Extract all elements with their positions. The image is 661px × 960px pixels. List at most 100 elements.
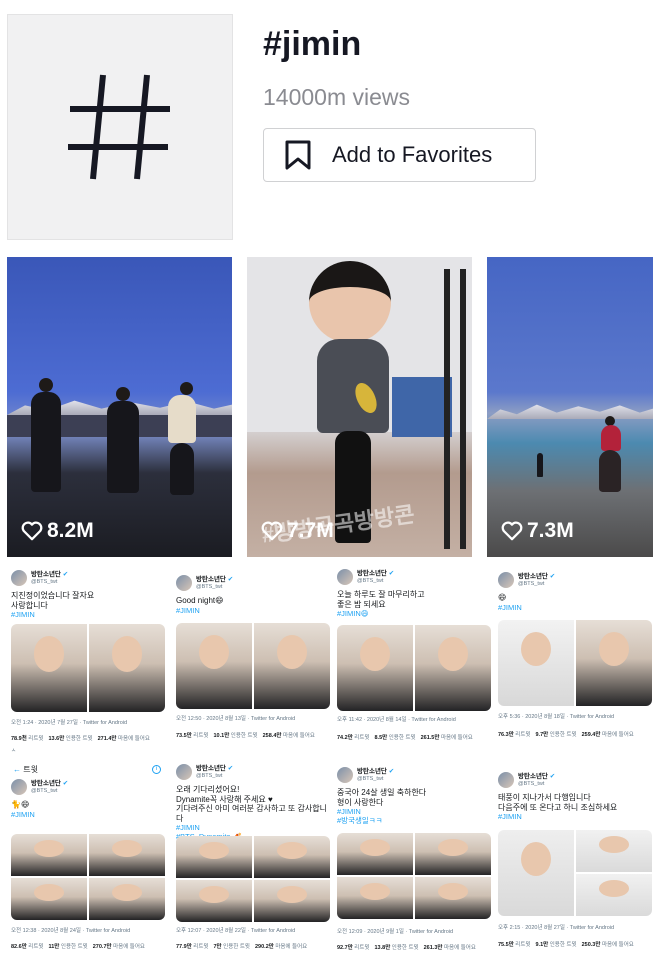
tweet-hashtag[interactable]: #JIMIN: [498, 603, 654, 612]
video-likes-count: 8.2M: [47, 519, 94, 542]
tweet-author: 방탄소년단: [357, 569, 387, 577]
tweet-hashtag[interactable]: #JIMIN: [11, 810, 167, 819]
tweet-photo[interactable]: [337, 833, 413, 875]
tweet-photo[interactable]: [415, 833, 491, 875]
verified-icon: ✔: [388, 569, 395, 577]
video-likes-count: 7.7M: [287, 519, 334, 542]
video-card[interactable]: #방방곡곡방방콘 7.7M: [247, 257, 472, 557]
tweet-photo[interactable]: [498, 830, 574, 916]
tweet-photo[interactable]: [176, 880, 252, 922]
tweet-photo[interactable]: [11, 834, 87, 876]
verified-icon: ✔: [388, 767, 395, 775]
tweet-stats: 92.7만 리트윗 13.8만 인용한 트윗 261.3만 마음에 들어요: [337, 945, 476, 951]
verified-icon: ✔: [62, 779, 69, 787]
tweet-photo[interactable]: [254, 836, 330, 878]
tweet-photo[interactable]: [89, 878, 165, 920]
tweet-timestamp: 오전 1:24 · 2020년 7월 27일 · Twitter for And…: [11, 720, 128, 726]
tweet-photo[interactable]: [576, 620, 652, 706]
verified-icon: ✔: [549, 572, 556, 580]
tweet-author: 방탄소년단: [518, 772, 548, 780]
tweet-timestamp: 오후 11:42 · 2020년 8월 14일 · Twitter for An…: [337, 717, 456, 723]
tweet-photo[interactable]: [576, 830, 652, 872]
hashtag-cover: [7, 14, 233, 240]
video-likes-count: 7.3M: [527, 519, 574, 542]
avatar: [11, 570, 27, 586]
verified-icon: ✔: [227, 575, 234, 583]
tweet-photo[interactable]: [498, 620, 574, 706]
heart-icon: [21, 521, 43, 541]
tweet-photos[interactable]: [337, 625, 491, 711]
verified-icon: ✔: [227, 764, 234, 772]
tweet-photo[interactable]: [254, 880, 330, 922]
heart-icon: [501, 521, 523, 541]
tweet-photo[interactable]: [11, 878, 87, 920]
tweet-card[interactable]: 방탄소년단 ✔ @BTS_twt 태풍이 지나가서 다행입니다 다음주에 또 온다…: [494, 768, 654, 956]
tweet-timestamp: 오후 5:36 · 2020년 8월 18일 · Twitter for And…: [498, 714, 615, 720]
page-title: #jimin: [263, 25, 362, 63]
tweet-text: 오래 기다리셨어요! Dynamite꼭 사랑해 주세요 ♥ 기다려주신 아미 …: [176, 785, 327, 823]
tweet-card[interactable]: 방탄소년단 ✔ @BTS_twt 중국아 24살 생일 축하한다 형이 사랑한다 …: [333, 763, 493, 956]
video-card[interactable]: 8.2M: [7, 257, 232, 557]
avatar: [176, 764, 192, 780]
tweet-photos[interactable]: [337, 833, 491, 919]
tweet-stats: 78.9천 리트윗 13.6만 인용한 트윗 271.4만 마음에 들어요: [11, 736, 150, 742]
heart-icon: [261, 521, 283, 541]
tweet-card[interactable]: 방탄소년단 ✔ @BTS_twt 오래 기다리셨어요! Dynamite꼭 사랑해…: [172, 760, 332, 956]
tweet-hashtag[interactable]: #JIMIN😄: [337, 609, 493, 618]
tweet-photo[interactable]: [176, 836, 252, 878]
tweet-handle: @BTS_twt: [357, 577, 384, 584]
tweet-photo[interactable]: [337, 625, 413, 711]
avatar: [337, 767, 353, 783]
tweet-photo[interactable]: [576, 874, 652, 916]
tweet-hashtag[interactable]: #JIMIN: [11, 610, 167, 619]
video-likes: 8.2M: [21, 519, 94, 543]
tweet-text: 태풍이 지나가서 다행입니다 다음주에 또 온다고 하니 조심하세요: [498, 793, 618, 812]
tweet-photos[interactable]: [498, 620, 652, 706]
tweet-handle: @BTS_twt: [518, 580, 545, 587]
tweet-handle: @BTS_twt: [518, 780, 545, 787]
tweet-card[interactable]: 방탄소년단 ✔ @BTS_twt 😄 #JIMIN 오후 5:36 · 2020년…: [494, 568, 654, 756]
tweet-card[interactable]: 방탄소년단 ✔ @BTS_twt Good night😄 #JIMIN 오전 12…: [172, 571, 332, 756]
tweet-author: 방탄소년단: [31, 779, 61, 787]
tweet-author: 방탄소년단: [357, 767, 387, 775]
avatar: [498, 772, 514, 788]
verified-icon: ✔: [549, 772, 556, 780]
tweet-author: 방탄소년단: [196, 575, 226, 583]
tweet-photos[interactable]: [176, 623, 330, 709]
back-arrow-icon[interactable]: ←: [13, 765, 21, 774]
tweet-hashtag[interactable]: #JIMIN: [176, 606, 332, 615]
info-icon[interactable]: i: [152, 765, 161, 774]
tweet-photo[interactable]: [89, 834, 165, 876]
add-to-favorites-label: Add to Favorites: [332, 142, 493, 167]
tweet-handle: @BTS_twt: [31, 787, 58, 794]
tweet-card[interactable]: 방탄소년단 ✔ @BTS_twt 오늘 하루도 잘 마무리하고 좋은 밤 되세요 …: [333, 565, 493, 756]
tweet-card[interactable]: ← 트윗 i 방탄소년단 ✔ @BTS_twt 🐈😄 #JIMIN 오전 12:3…: [7, 760, 167, 956]
tweet-photo[interactable]: [254, 623, 330, 709]
video-likes: 7.7M: [261, 519, 334, 543]
tweet-hashtag[interactable]: #JIMIN: [498, 812, 654, 821]
tweet-author: 방탄소년단: [196, 764, 226, 772]
tweet-timestamp: 오후 12:07 · 2020년 8월 22일 · Twitter for An…: [176, 928, 296, 934]
tweet-photo[interactable]: [89, 624, 165, 712]
tweet-hashtag[interactable]: #JIMIN #방국생일ㅋㅋ: [337, 807, 493, 825]
tweet-photos[interactable]: [498, 830, 652, 916]
tweet-photo[interactable]: [415, 625, 491, 711]
tweet-photo[interactable]: [415, 877, 491, 919]
tweet-top-bar-title: 트윗: [23, 765, 38, 774]
tweet-photo[interactable]: [11, 624, 87, 712]
tweet-photos[interactable]: [11, 834, 165, 920]
tweet-photo[interactable]: [176, 623, 252, 709]
tweet-photos[interactable]: [11, 624, 165, 712]
tweet-stats: 73.5만 리트윗 10.1만 인용한 트윗 258.4만 마음에 들어요: [176, 733, 315, 739]
tweet-author: 방탄소년단: [518, 572, 548, 580]
avatar: [11, 779, 27, 795]
tweet-card[interactable]: 방탄소년단 ✔ @BTS_twt 지진정이었습니다 잘자요 사랑합니다 #JIMI…: [7, 566, 167, 756]
avatar: [498, 572, 514, 588]
tweet-handle: @BTS_twt: [31, 578, 58, 585]
tweet-text: 오늘 하루도 잘 마무리하고 좋은 밤 되세요: [337, 590, 425, 609]
tweet-photos[interactable]: [176, 836, 330, 922]
video-card[interactable]: 7.3M: [487, 257, 653, 557]
add-to-favorites-button[interactable]: Add to Favorites: [263, 128, 536, 182]
tweet-photo[interactable]: [337, 877, 413, 919]
tweet-extra: ㅅ: [11, 748, 17, 754]
